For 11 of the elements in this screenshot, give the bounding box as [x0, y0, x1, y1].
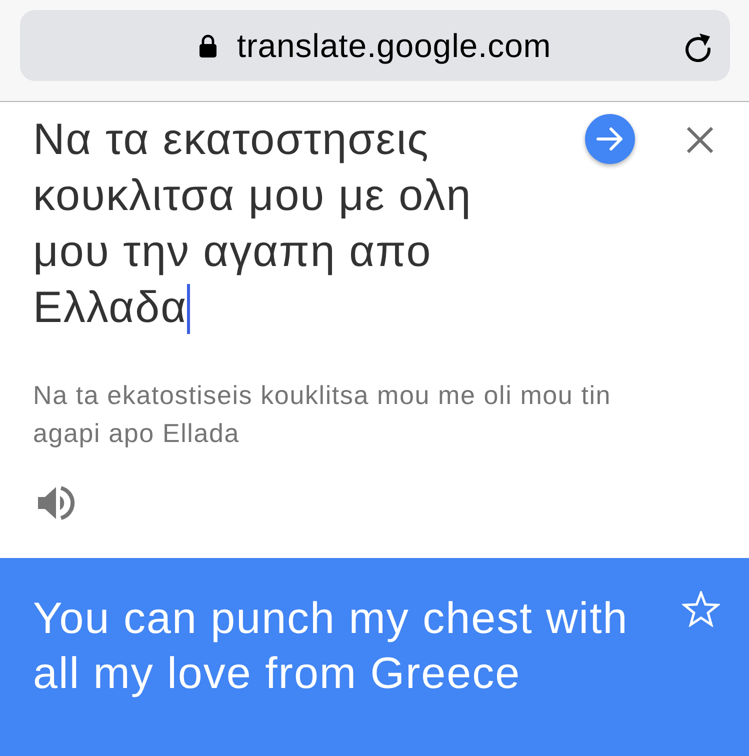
address-bar[interactable]: translate.google.com: [20, 10, 730, 81]
transliteration-text: Na ta ekatostiseis kouklitsa mou me oli mou tin agapi apo Ellada: [33, 379, 612, 450]
close-icon[interactable]: [686, 126, 714, 154]
reload-icon[interactable]: [683, 32, 713, 62]
source-text-field[interactable]: Να τα εκατοστησεις κουκλιτσα μου με ολη μου την αγαπη απο Ελλαδα: [33, 112, 513, 336]
star-icon[interactable]: [682, 591, 720, 627]
url-text: translate.google.com: [236, 26, 552, 64]
arrow-icon: [596, 127, 624, 151]
translation-text: You can punch my chest with all my love from Greece: [33, 593, 630, 700]
translate-button[interactable]: [585, 114, 635, 164]
speaker-icon[interactable]: [37, 485, 75, 521]
